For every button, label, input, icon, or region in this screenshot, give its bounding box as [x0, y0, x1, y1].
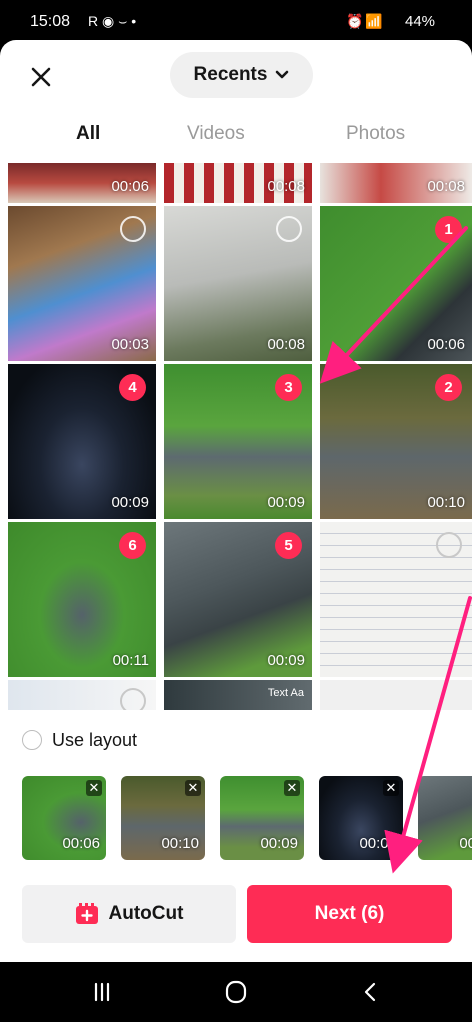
media-thumbnail[interactable] [320, 680, 472, 710]
media-thumbnail[interactable]: 3 00:09 [164, 364, 312, 519]
home-icon [225, 980, 247, 1004]
media-thumbnail[interactable]: 00:03 [8, 206, 156, 361]
notification-icons: R ◉ ⌣ • [88, 13, 137, 29]
selection-order-badge: 4 [119, 374, 146, 401]
select-circle[interactable] [120, 688, 146, 710]
album-selector[interactable]: Recents [170, 52, 313, 98]
remove-clip-button[interactable]: ✕ [86, 780, 102, 796]
album-title: Recents [193, 64, 268, 85]
select-circle[interactable] [120, 216, 146, 242]
status-time: 15:08 [30, 13, 71, 30]
selected-clip[interactable]: 00 [418, 776, 472, 860]
media-thumbnail[interactable] [8, 680, 156, 710]
tab-all[interactable]: All [76, 122, 100, 162]
media-thumbnail[interactable]: 5 00:09 [164, 522, 312, 677]
video-duration: 00:08 [427, 178, 465, 195]
status-bar: 15:08 R ◉ ⌣ • ⏰ 📶 44% [0, 0, 472, 40]
media-picker-sheet: Recents All Videos Photos 00:06 00:08 00… [0, 40, 472, 962]
chevron-down-icon [276, 70, 289, 79]
screen: 15:08 R ◉ ⌣ • ⏰ 📶 44% Recents All Videos… [0, 0, 472, 1022]
autocut-button[interactable]: AutoCut [22, 885, 236, 943]
selection-order-badge: 2 [435, 374, 462, 401]
use-layout-radio[interactable] [22, 730, 42, 750]
clip-duration: 00:09 [359, 835, 397, 852]
home-button[interactable] [216, 978, 256, 1006]
selection-order-badge: 1 [435, 216, 462, 243]
autocut-icon [75, 903, 98, 924]
media-thumbnail[interactable]: Text Aa [164, 680, 312, 710]
use-layout-label: Use layout [52, 729, 138, 750]
video-duration: 00:09 [267, 494, 305, 511]
video-duration: 00:03 [111, 336, 149, 353]
select-circle[interactable] [276, 216, 302, 242]
media-thumbnail[interactable]: 00:08 [164, 206, 312, 361]
selected-clip[interactable]: ✕ 00:10 [121, 776, 205, 860]
selection-order-badge: 5 [275, 532, 302, 559]
media-tabs: All Videos Photos [0, 122, 472, 162]
selection-order-badge: 3 [275, 374, 302, 401]
clip-duration: 00:09 [260, 835, 298, 852]
remove-clip-button[interactable]: ✕ [383, 780, 399, 796]
system-nav-bar [0, 962, 472, 1022]
video-duration: 00:06 [111, 178, 149, 195]
video-duration: 00:10 [427, 494, 465, 511]
selected-clips-tray: ✕ 00:06 ✕ 00:10 ✕ 00:09 ✕ 00:09 00 [0, 776, 472, 860]
wifi-signal-icon: 📶 [365, 13, 383, 29]
video-duration: 00:09 [111, 494, 149, 511]
select-circle[interactable] [436, 532, 462, 558]
media-thumbnail[interactable]: 1 00:06 [320, 206, 472, 361]
media-grid: 00:06 00:08 00:08 00:03 00:08 1 00:06 4 … [0, 163, 472, 710]
battery-level: 44% [405, 13, 436, 30]
recent-apps-icon [94, 982, 110, 1002]
remove-clip-button[interactable]: ✕ [284, 780, 300, 796]
video-duration: 00:11 [112, 652, 149, 669]
media-thumbnail[interactable]: 2 00:10 [320, 364, 472, 519]
media-thumbnail[interactable]: 6 00:11 [8, 522, 156, 677]
text-tag: Text Aa [267, 687, 304, 699]
video-duration: 00:08 [267, 336, 305, 353]
clip-duration: 00 [459, 835, 472, 852]
recent-apps-button[interactable] [82, 978, 122, 1006]
autocut-label: AutoCut [108, 903, 184, 924]
video-duration: 00:09 [267, 652, 305, 669]
close-button[interactable] [26, 62, 56, 92]
back-icon [364, 982, 376, 1002]
remove-clip-button[interactable]: ✕ [185, 780, 201, 796]
next-label: Next (6) [314, 903, 385, 924]
media-thumbnail[interactable]: 4 00:09 [8, 364, 156, 519]
video-duration: 00:06 [427, 336, 465, 353]
tab-photos[interactable]: Photos [346, 122, 405, 162]
next-button[interactable]: Next (6) [247, 885, 452, 943]
clip-duration: 00:06 [62, 835, 100, 852]
close-icon [31, 67, 51, 87]
use-layout-toggle[interactable]: Use layout [22, 726, 137, 754]
selected-clip[interactable]: ✕ 00:09 [319, 776, 403, 860]
video-duration: 00:08 [267, 178, 305, 195]
selection-order-badge: 6 [119, 532, 146, 559]
selected-clip[interactable]: ✕ 00:09 [220, 776, 304, 860]
tab-videos[interactable]: Videos [187, 122, 245, 162]
media-thumbnail[interactable]: 00:08 [164, 163, 312, 203]
back-button[interactable] [350, 978, 390, 1006]
selected-clip[interactable]: ✕ 00:06 [22, 776, 106, 860]
media-thumbnail[interactable]: 00:08 [320, 163, 472, 203]
media-thumbnail[interactable] [320, 522, 472, 677]
alarm-icon: ⏰ [346, 13, 364, 29]
clip-duration: 00:10 [161, 835, 199, 852]
media-thumbnail[interactable]: 00:06 [8, 163, 156, 203]
